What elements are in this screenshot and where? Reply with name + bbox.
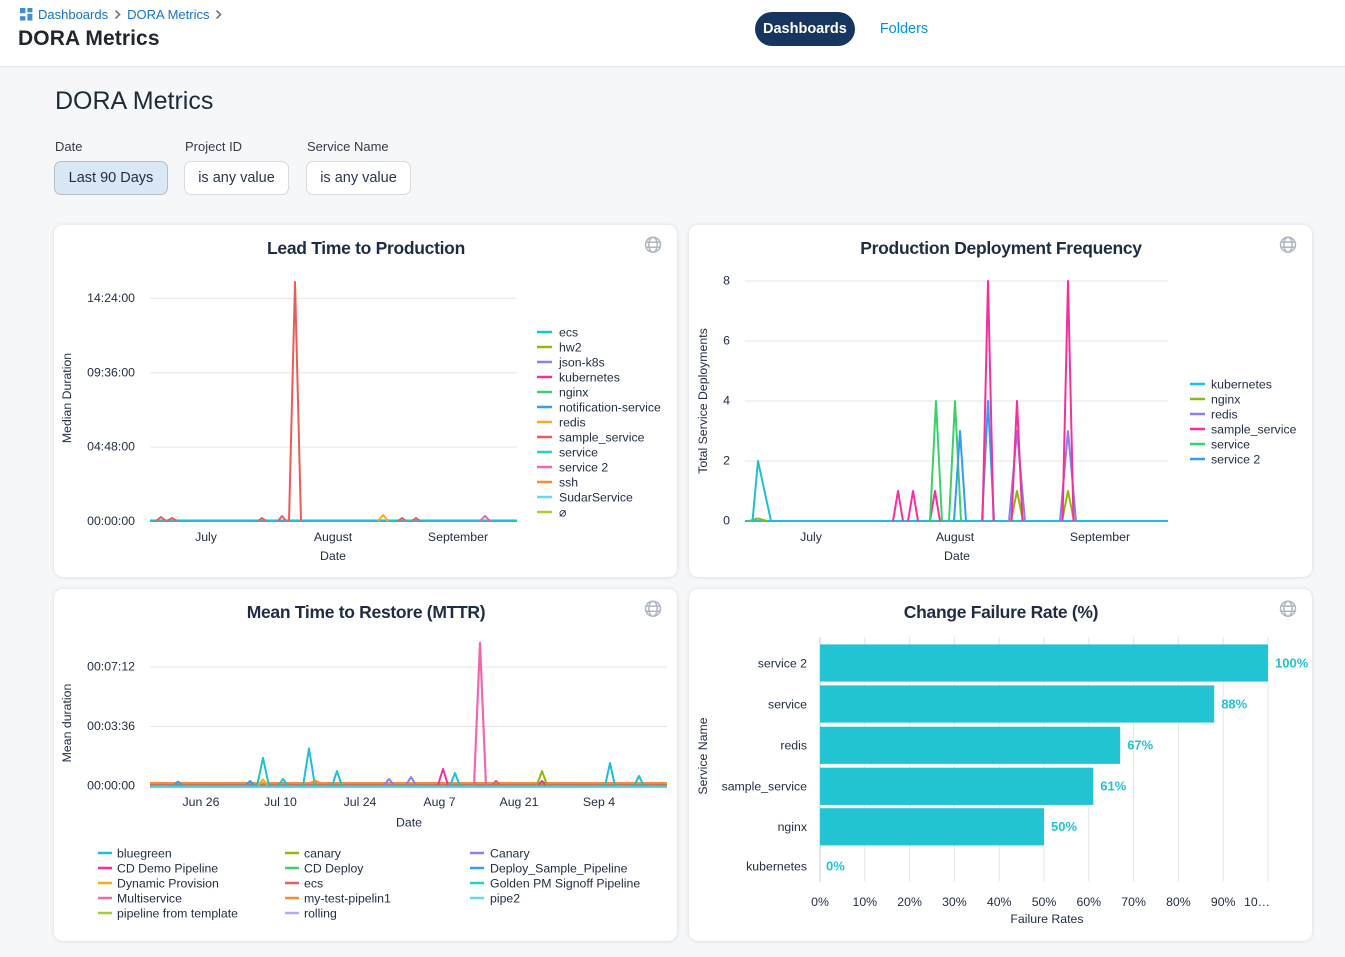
svg-text:30%: 30%	[942, 895, 967, 909]
svg-text:14:24:00: 14:24:00	[87, 291, 135, 305]
svg-text:0%: 0%	[826, 859, 845, 874]
svg-text:0%: 0%	[811, 895, 829, 909]
svg-text:pipe2: pipe2	[490, 892, 520, 906]
svg-text:sample_service: sample_service	[1211, 423, 1297, 437]
svg-text:Failure Rates: Failure Rates	[1010, 912, 1083, 926]
svg-text:Lead Time to Production: Lead Time to Production	[267, 238, 465, 258]
svg-text:70%: 70%	[1121, 895, 1146, 909]
svg-text:nginx: nginx	[1211, 393, 1241, 407]
svg-text:kubernetes: kubernetes	[1211, 378, 1272, 392]
svg-text:nginx: nginx	[559, 386, 589, 400]
svg-text:40%: 40%	[987, 895, 1012, 909]
svg-text:rolling: rolling	[304, 907, 337, 921]
svg-text:20%: 20%	[897, 895, 922, 909]
svg-text:Deploy_Sample_Pipeline: Deploy_Sample_Pipeline	[490, 862, 628, 876]
svg-text:SudarService: SudarService	[559, 491, 633, 505]
svg-text:4: 4	[723, 394, 730, 408]
svg-text:sample_service: sample_service	[559, 431, 645, 445]
svg-text:6: 6	[723, 334, 730, 348]
svg-text:100%: 100%	[1275, 655, 1309, 670]
svg-text:Change Failure Rate (%): Change Failure Rate (%)	[904, 602, 1098, 622]
svg-text:Dynamic Provision: Dynamic Provision	[117, 877, 219, 891]
svg-text:00:03:36: 00:03:36	[87, 719, 135, 733]
svg-text:50%: 50%	[1032, 895, 1057, 909]
svg-text:CD Deploy: CD Deploy	[304, 862, 364, 876]
svg-text:00:00:00: 00:00:00	[87, 514, 135, 528]
svg-text:redis: redis	[1211, 408, 1238, 422]
svg-text:August: August	[936, 530, 975, 544]
svg-text:88%: 88%	[1221, 696, 1247, 711]
svg-text:service: service	[559, 446, 598, 460]
svg-text:service: service	[768, 697, 807, 711]
svg-text:service 2: service 2	[1211, 453, 1260, 467]
svg-text:Aug 7: Aug 7	[423, 795, 455, 809]
svg-text:bluegreen: bluegreen	[117, 847, 172, 861]
svg-text:September: September	[428, 530, 488, 544]
svg-text:Jul 10: Jul 10	[264, 795, 297, 809]
svg-text:Service Name: Service Name	[696, 717, 710, 794]
svg-text:8: 8	[723, 274, 730, 288]
svg-text:sample_service: sample_service	[722, 780, 808, 794]
svg-text:ecs: ecs	[304, 877, 323, 891]
svg-text:service 2: service 2	[758, 656, 807, 670]
svg-text:redis: redis	[780, 739, 807, 753]
svg-text:50%: 50%	[1051, 819, 1077, 834]
svg-text:Date: Date	[396, 816, 422, 830]
svg-text:2: 2	[723, 454, 730, 468]
svg-text:80%: 80%	[1166, 895, 1191, 909]
svg-text:CD Demo Pipeline: CD Demo Pipeline	[117, 862, 218, 876]
svg-text:hw2: hw2	[559, 341, 582, 355]
svg-text:Mean Time to Restore (MTTR): Mean Time to Restore (MTTR)	[247, 602, 486, 622]
svg-text:10…: 10…	[1244, 895, 1270, 909]
svg-text:nginx: nginx	[778, 820, 808, 834]
svg-text:notification-service: notification-service	[559, 401, 661, 415]
svg-text:0: 0	[723, 514, 730, 528]
svg-text:Date: Date	[320, 549, 346, 563]
svg-text:Canary: Canary	[490, 847, 530, 861]
svg-text:json-k8s: json-k8s	[558, 356, 605, 370]
svg-text:⌀: ⌀	[559, 506, 566, 520]
svg-text:canary: canary	[304, 847, 342, 861]
svg-text:August: August	[314, 530, 353, 544]
svg-text:Multiservice: Multiservice	[117, 892, 182, 906]
svg-text:kubernetes: kubernetes	[559, 371, 620, 385]
svg-text:my-test-pipelin1: my-test-pipelin1	[304, 892, 391, 906]
svg-text:Jul 24: Jul 24	[344, 795, 377, 809]
svg-text:90%: 90%	[1211, 895, 1236, 909]
svg-text:61%: 61%	[1100, 779, 1126, 794]
svg-text:04:48:00: 04:48:00	[87, 440, 135, 454]
svg-text:Jun 26: Jun 26	[183, 795, 220, 809]
svg-text:pipeline from template: pipeline from template	[117, 907, 238, 921]
svg-text:Golden PM Signoff Pipeline: Golden PM Signoff Pipeline	[490, 877, 640, 891]
svg-text:service 2: service 2	[559, 461, 608, 475]
svg-text:service: service	[1211, 438, 1250, 452]
svg-text:Production Deployment Frequenc: Production Deployment Frequency	[860, 238, 1142, 258]
svg-text:Aug 21: Aug 21	[500, 795, 539, 809]
svg-text:Mean duration: Mean duration	[60, 684, 74, 763]
svg-text:60%: 60%	[1076, 895, 1101, 909]
svg-text:00:00:00: 00:00:00	[87, 779, 135, 793]
svg-text:10%: 10%	[852, 895, 877, 909]
svg-text:redis: redis	[559, 416, 586, 430]
svg-text:ssh: ssh	[559, 476, 578, 490]
svg-text:Median Duration: Median Duration	[60, 353, 74, 443]
svg-text:67%: 67%	[1127, 738, 1153, 753]
svg-text:00:07:12: 00:07:12	[87, 660, 135, 674]
svg-text:Sep 4: Sep 4	[583, 795, 615, 809]
svg-text:September: September	[1070, 530, 1130, 544]
svg-text:July: July	[195, 530, 218, 544]
svg-text:kubernetes: kubernetes	[746, 860, 807, 874]
svg-text:09:36:00: 09:36:00	[87, 365, 135, 379]
svg-text:Date: Date	[944, 549, 970, 563]
svg-text:Total Service Deployments: Total Service Deployments	[696, 328, 710, 474]
svg-text:July: July	[800, 530, 823, 544]
svg-text:ecs: ecs	[559, 326, 578, 340]
